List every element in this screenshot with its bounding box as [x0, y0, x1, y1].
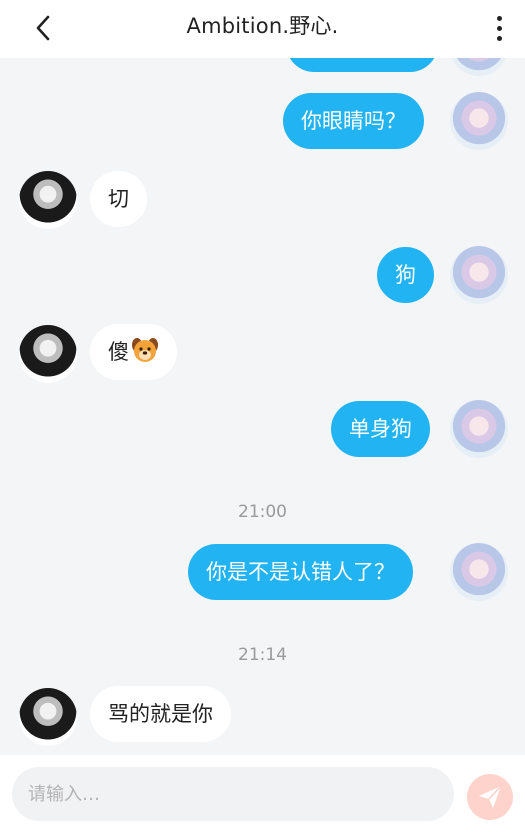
- message-text: 傻: [108, 340, 129, 364]
- timestamp: 21:00: [238, 502, 287, 522]
- message-bubble-outgoing[interactable]: 单身狗: [331, 401, 430, 457]
- avatar-self[interactable]: [450, 92, 508, 150]
- message-bubble-outgoing[interactable]: 你是不是认错人了？: [188, 544, 413, 600]
- message-bubble-incoming[interactable]: 傻: [90, 324, 177, 380]
- avatar-contact[interactable]: [19, 688, 77, 746]
- dog-face-emoji-icon: [132, 338, 158, 362]
- more-vertical-icon: [496, 15, 502, 41]
- avatar-self[interactable]: [450, 246, 508, 304]
- message-input-bar: [0, 755, 525, 833]
- message-bubble-outgoing-partial[interactable]: [286, 58, 438, 72]
- message-bubble-incoming[interactable]: 切: [90, 171, 147, 227]
- avatar-contact[interactable]: [19, 325, 77, 383]
- timestamp: 21:14: [238, 645, 287, 665]
- avatar-contact[interactable]: [19, 171, 77, 229]
- message-list[interactable]: 你眼睛吗？ 切 狗 傻 单身狗 21:00 你是不是认错人了？ 21:14 骂的…: [0, 58, 525, 755]
- avatar-self[interactable]: [450, 400, 508, 458]
- message-bubble-outgoing[interactable]: 狗: [377, 247, 434, 303]
- send-paper-plane-icon: [479, 785, 502, 808]
- chat-header: Ambition.野心.: [0, 0, 525, 58]
- message-bubble-outgoing[interactable]: 你眼睛吗？: [283, 93, 424, 149]
- message-input[interactable]: [12, 767, 454, 821]
- message-bubble-incoming[interactable]: 骂的就是你: [90, 686, 231, 742]
- send-button[interactable]: [467, 774, 513, 820]
- chat-title: Ambition.野心.: [186, 14, 339, 38]
- avatar-self[interactable]: [450, 58, 508, 76]
- avatar-self[interactable]: [450, 543, 508, 601]
- more-options-button[interactable]: [487, 10, 511, 46]
